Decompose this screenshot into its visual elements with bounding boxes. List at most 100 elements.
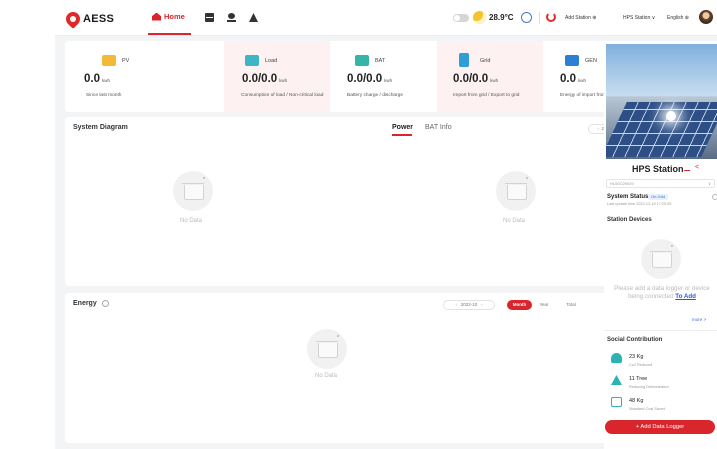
co2-value: 23 Kg xyxy=(629,354,644,360)
tab-power[interactable]: Power xyxy=(392,124,413,131)
range-month-button[interactable]: Month xyxy=(507,300,532,310)
weather-sun-icon xyxy=(473,11,486,24)
stat-value: 0.0 kwh xyxy=(560,73,587,85)
chevron-right-icon[interactable]: › xyxy=(481,302,483,307)
brand-logo[interactable]: AESS xyxy=(63,9,115,29)
range-total-button[interactable]: Total xyxy=(560,300,582,310)
more-link[interactable]: more > xyxy=(692,317,706,322)
share-icon[interactable]: < xyxy=(695,164,699,171)
energy-title: Energy xyxy=(73,300,97,307)
logo-icon xyxy=(63,9,83,29)
no-data-text: No Data xyxy=(180,218,203,224)
language-select[interactable]: English ⊕ xyxy=(667,15,689,21)
stat-value: 0.0/0.0 kwh xyxy=(242,73,288,85)
load-house-icon xyxy=(245,55,259,66)
add-station-button[interactable]: Add Station ⊕ xyxy=(565,15,596,21)
brand-name: AESS xyxy=(83,13,115,25)
station-photo xyxy=(606,44,717,159)
globe-icon[interactable] xyxy=(521,12,532,23)
add-data-logger-button[interactable]: + Add Data Logger xyxy=(605,420,715,434)
power-card xyxy=(328,117,651,286)
stat-desc: Battery charge / discharge xyxy=(347,93,403,98)
energy-date-picker[interactable]: ‹ 2022-10 › xyxy=(443,300,495,310)
system-diagram-title: System Diagram xyxy=(73,124,128,131)
no-data-text: No Data xyxy=(315,373,338,379)
avatar[interactable] xyxy=(699,10,713,24)
empty-box-icon xyxy=(496,171,536,211)
station-select[interactable]: HPS Station ∨ xyxy=(623,15,655,21)
empty-box-icon xyxy=(307,329,347,369)
co2-cloud-icon xyxy=(611,353,622,363)
stat-grid: Grid 0.0/0.0 kwh Import from grid / Expor… xyxy=(437,41,543,112)
last-update-time: Last update time 2022-12-19 17:20:05 xyxy=(607,202,672,206)
tab-bat-info[interactable]: BAT Info xyxy=(425,124,452,131)
temperature: 28.9°C xyxy=(489,13,514,22)
stat-value: 0.0/0.0 kwh xyxy=(347,73,393,85)
system-status-label: System Status xyxy=(607,194,649,200)
station-name: HPS Station xyxy=(632,164,684,174)
tree-icon xyxy=(611,375,622,385)
social-contribution-title: Social Contribution xyxy=(607,337,663,343)
empty-box-icon xyxy=(173,171,213,211)
station-devices-title: Station Devices xyxy=(607,217,652,223)
stat-label: Load xyxy=(265,58,278,64)
grid-tower-icon xyxy=(459,53,469,67)
sun-glare xyxy=(666,111,676,121)
no-data-text: No Data xyxy=(503,218,526,224)
stat-desc: Since last month xyxy=(86,93,122,98)
stat-pv: PV 0.0 kwh Since last month xyxy=(65,41,171,112)
nav-home-label: Home xyxy=(164,12,185,21)
energy-card: Energy ‹ 2022-10 › Month Year Total No D… xyxy=(65,293,651,443)
pv-icon xyxy=(102,55,116,66)
header-divider xyxy=(539,12,540,24)
energy-info-icon[interactable] xyxy=(102,300,109,307)
station-side-panel: HPS Station < HL00C29029 ∨ System Status … xyxy=(604,41,717,449)
coal-value: 48 Kg xyxy=(629,398,644,404)
stat-desc: Consumption of load / Non-critical load xyxy=(241,93,324,98)
chevron-down-icon: ∨ xyxy=(708,181,711,186)
stat-value: 0.0 kwh xyxy=(84,73,111,85)
location-pin-icon[interactable] xyxy=(227,13,236,22)
status-badge: On-Grid xyxy=(648,194,669,200)
edit-icon[interactable] xyxy=(683,165,693,171)
stat-desc: Import from grid / Export to grid xyxy=(453,93,520,98)
battery-icon xyxy=(355,55,369,66)
coal-icon xyxy=(611,397,622,407)
empty-device-icon xyxy=(641,239,681,279)
empty-dot xyxy=(337,335,339,337)
stat-load: Load 0.0/0.0 kwh Consumption of load / No… xyxy=(224,41,330,112)
stat-bat: BAT 0.0/0.0 kwh Battery charge / discharg… xyxy=(329,41,435,112)
status-info-icon[interactable] xyxy=(712,194,717,200)
stat-label: Grid xyxy=(480,58,491,64)
stat-label: PV xyxy=(122,58,130,64)
alert-icon[interactable] xyxy=(249,13,258,22)
nav-active-indicator xyxy=(148,33,191,35)
top-header: AESS Home 28.9°C Add Station ⊕ HPS Stati… xyxy=(55,0,717,36)
device-sn-select[interactable]: HL00C29029 ∨ xyxy=(606,179,715,188)
tab-active-indicator xyxy=(392,134,412,136)
co2-desc: Co2 Reduced xyxy=(629,363,653,367)
solar-panel-image xyxy=(606,102,717,157)
chevron-left-icon[interactable]: ‹ xyxy=(597,126,599,131)
report-icon[interactable] xyxy=(205,13,214,22)
empty-dot xyxy=(526,177,528,179)
divider xyxy=(604,330,717,331)
empty-dot xyxy=(671,245,673,247)
empty-dot xyxy=(203,177,205,179)
tree-desc: Reducing Deforestation xyxy=(629,385,669,389)
tree-value: 11 Tree xyxy=(629,376,648,382)
add-device-prompt: Please add a data logger or device being… xyxy=(614,285,710,300)
stat-value: 0.0/0.0 kwh xyxy=(453,73,499,85)
stat-label: BAT xyxy=(375,58,386,64)
to-add-link[interactable]: To Add xyxy=(675,293,696,300)
home-icon xyxy=(152,12,161,21)
generator-icon xyxy=(565,55,579,66)
coal-desc: Standard Coal Saved xyxy=(629,407,666,411)
range-year-button[interactable]: Year xyxy=(534,300,554,310)
nav-home[interactable]: Home xyxy=(152,12,185,21)
chevron-left-icon[interactable]: ‹ xyxy=(455,302,457,307)
theme-toggle[interactable] xyxy=(453,14,469,22)
refresh-icon[interactable] xyxy=(546,12,556,22)
stat-label: GEN xyxy=(585,58,597,64)
energy-summary-card: PV 0.0 kwh Since last month Load 0.0/0.0 k… xyxy=(65,41,651,112)
